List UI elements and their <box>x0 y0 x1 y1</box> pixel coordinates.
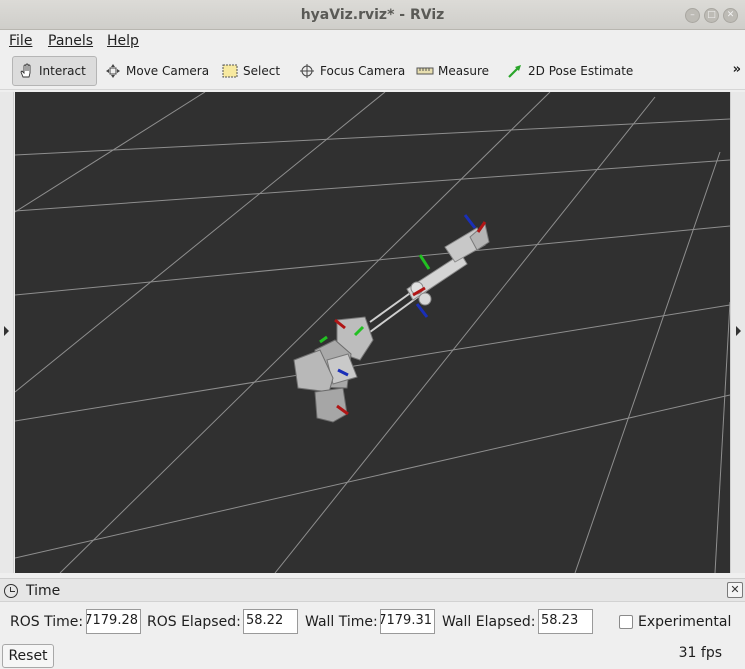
render-viewport[interactable] <box>15 92 730 573</box>
close-panel-button[interactable]: ✕ <box>727 582 743 598</box>
maximize-button[interactable]: □ <box>704 8 719 23</box>
clock-icon <box>4 584 18 598</box>
menu-bar: File Panels Help <box>0 30 745 52</box>
scene-3d[interactable] <box>15 92 730 573</box>
toolbar-overflow-button[interactable]: » <box>733 62 741 77</box>
pose-estimate-label: 2D Pose Estimate <box>528 64 634 78</box>
interact-label: Interact <box>39 64 86 78</box>
status-bar: Reset 31 fps <box>0 642 745 669</box>
window-title: hyaViz.rviz* - RViz <box>300 7 445 23</box>
move-camera-tool-button[interactable]: Move Camera <box>100 56 213 86</box>
toolbar: Interact Move Camera Select Focus Camera… <box>0 52 745 90</box>
menu-panels[interactable]: Panels <box>48 33 93 49</box>
reset-button[interactable]: Reset <box>2 644 54 668</box>
wall-time-label: Wall Time: <box>305 614 378 630</box>
close-window-button[interactable]: ✕ <box>723 8 738 23</box>
right-dock-handle[interactable] <box>730 92 745 573</box>
selection-box-icon <box>221 62 239 80</box>
ruler-icon <box>416 62 434 80</box>
time-panel-header: Time ✕ <box>0 578 745 602</box>
ros-elapsed-field[interactable]: 58.22 <box>243 609 298 634</box>
experimental-label: Experimental <box>638 614 732 630</box>
hand-icon <box>17 62 35 80</box>
wall-elapsed-label: Wall Elapsed: <box>442 614 536 630</box>
experimental-checkbox[interactable] <box>619 615 633 629</box>
wall-time-field[interactable]: 1586147179.31 <box>380 609 435 634</box>
robot-model <box>293 223 490 423</box>
time-panel-title: Time <box>26 583 61 599</box>
fps-readout: 31 fps <box>678 645 722 661</box>
menu-help[interactable]: Help <box>107 33 139 49</box>
expand-right-arrow-icon <box>736 326 741 336</box>
focus-camera-label: Focus Camera <box>320 64 406 78</box>
select-tool-button[interactable]: Select <box>217 56 284 86</box>
measure-tool-button[interactable]: Measure <box>412 56 493 86</box>
interact-tool-button[interactable]: Interact <box>12 56 97 86</box>
grid <box>15 92 730 573</box>
crosshair-icon <box>298 62 316 80</box>
measure-label: Measure <box>438 64 489 78</box>
green-arrow-icon <box>506 62 524 80</box>
menu-file[interactable]: File <box>9 33 32 49</box>
left-dock-handle[interactable] <box>0 92 14 573</box>
minimize-button[interactable]: – <box>685 8 700 23</box>
time-panel-fields: ROS Time: 1586147179.28 ROS Elapsed: 58.… <box>0 602 745 642</box>
title-bar: hyaViz.rviz* - RViz – □ ✕ <box>0 0 745 30</box>
ros-elapsed-label: ROS Elapsed: <box>147 614 241 630</box>
wall-elapsed-field[interactable]: 58.23 <box>538 609 593 634</box>
select-label: Select <box>243 64 281 78</box>
move-arrows-icon <box>104 62 122 80</box>
expand-right-arrow-icon <box>4 326 9 336</box>
pose-estimate-tool-button[interactable]: 2D Pose Estimate <box>502 56 637 86</box>
focus-camera-tool-button[interactable]: Focus Camera <box>294 56 409 86</box>
move-camera-label: Move Camera <box>126 64 210 78</box>
ros-time-label: ROS Time: <box>10 614 84 630</box>
ros-time-field[interactable]: 1586147179.28 <box>86 609 141 634</box>
